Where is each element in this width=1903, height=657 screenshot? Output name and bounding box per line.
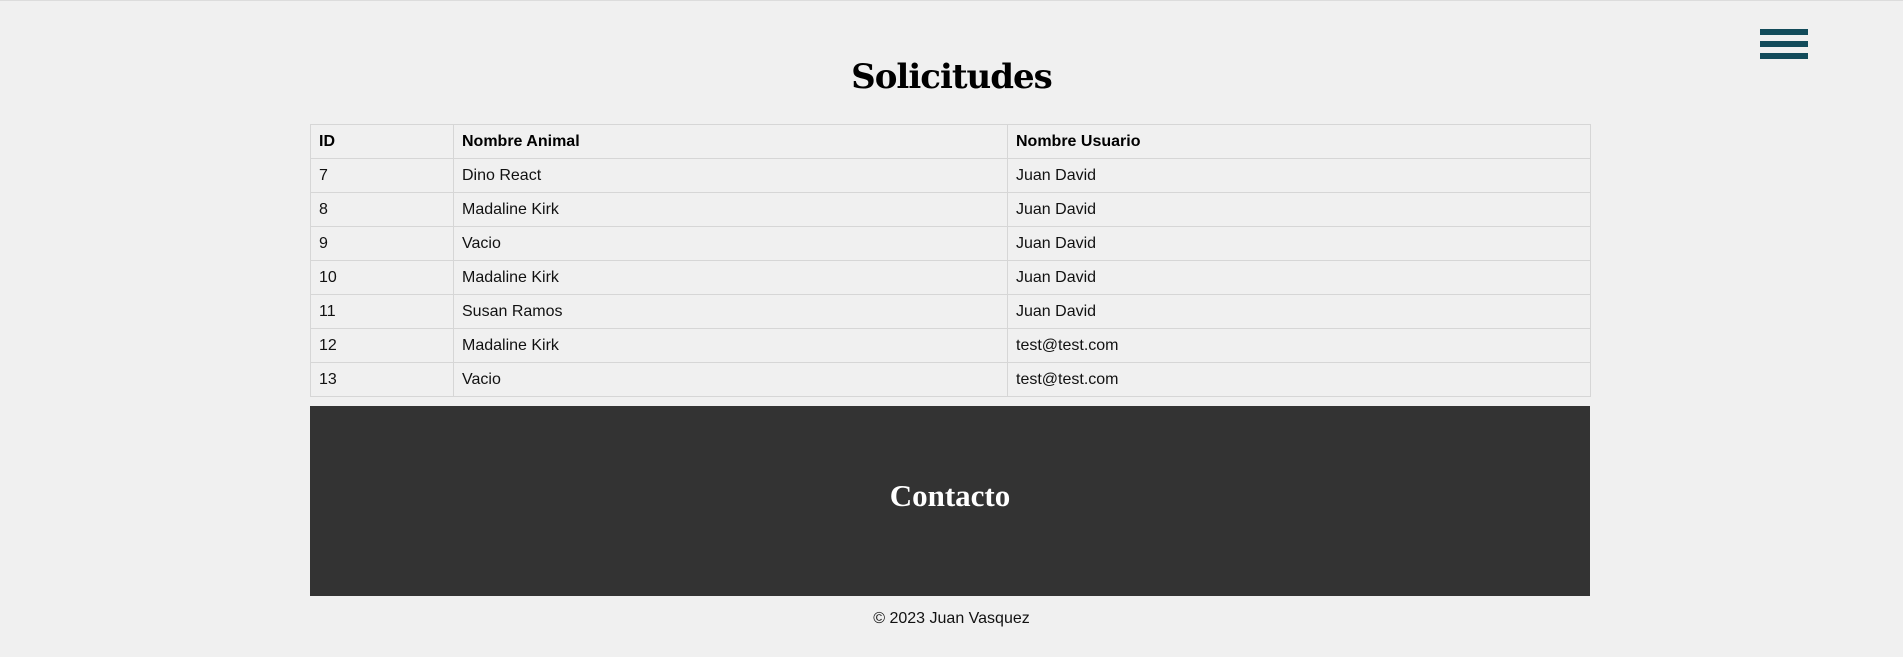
requests-table-container: ID Nombre Animal Nombre Usuario 7 Dino R…	[310, 124, 1591, 397]
cell-id: 12	[310, 328, 454, 363]
table-header-row: ID Nombre Animal Nombre Usuario	[310, 124, 1591, 159]
cell-user-name: test@test.com	[1007, 362, 1591, 397]
contact-footer: Contacto	[310, 406, 1590, 596]
cell-animal-name: Dino React	[453, 158, 1008, 193]
hamburger-menu-icon-bar-top	[1760, 29, 1808, 35]
cell-animal-name: Madaline Kirk	[453, 192, 1008, 227]
cell-id: 11	[310, 294, 454, 329]
table-row: 7 Dino React Juan David	[310, 158, 1591, 193]
table-row: 13 Vacio test@test.com	[310, 362, 1591, 397]
cell-animal-name: Vacio	[453, 226, 1008, 261]
hamburger-menu-icon-bar-middle	[1760, 41, 1808, 47]
cell-animal-name: Madaline Kirk	[453, 260, 1008, 295]
copyright-text: © 2023 Juan Vasquez	[873, 610, 1030, 627]
table-row: 11 Susan Ramos Juan David	[310, 294, 1591, 329]
cell-user-name: Juan David	[1007, 192, 1591, 227]
cell-id: 10	[310, 260, 454, 295]
table-row: 9 Vacio Juan David	[310, 226, 1591, 261]
cell-id: 9	[310, 226, 454, 261]
table-row: 8 Madaline Kirk Juan David	[310, 192, 1591, 227]
table-row: 12 Madaline Kirk test@test.com	[310, 328, 1591, 363]
table-row: 10 Madaline Kirk Juan David	[310, 260, 1591, 295]
cell-animal-name: Vacio	[453, 362, 1008, 397]
cell-user-name: Juan David	[1007, 158, 1591, 193]
column-header-user-name: Nombre Usuario	[1007, 124, 1591, 159]
column-header-animal-name: Nombre Animal	[453, 124, 1008, 159]
cell-user-name: test@test.com	[1007, 328, 1591, 363]
cell-id: 13	[310, 362, 454, 397]
cell-user-name: Juan David	[1007, 226, 1591, 261]
column-header-id: ID	[310, 124, 454, 159]
contact-title: Contacto	[889, 478, 1011, 513]
page-title: Solicitudes	[851, 57, 1053, 97]
cell-id: 8	[310, 192, 454, 227]
requests-table: ID Nombre Animal Nombre Usuario 7 Dino R…	[310, 124, 1591, 397]
cell-animal-name: Susan Ramos	[453, 294, 1008, 329]
cell-animal-name: Madaline Kirk	[453, 328, 1008, 363]
cell-user-name: Juan David	[1007, 294, 1591, 329]
cell-user-name: Juan David	[1007, 260, 1591, 295]
cell-id: 7	[310, 158, 454, 193]
